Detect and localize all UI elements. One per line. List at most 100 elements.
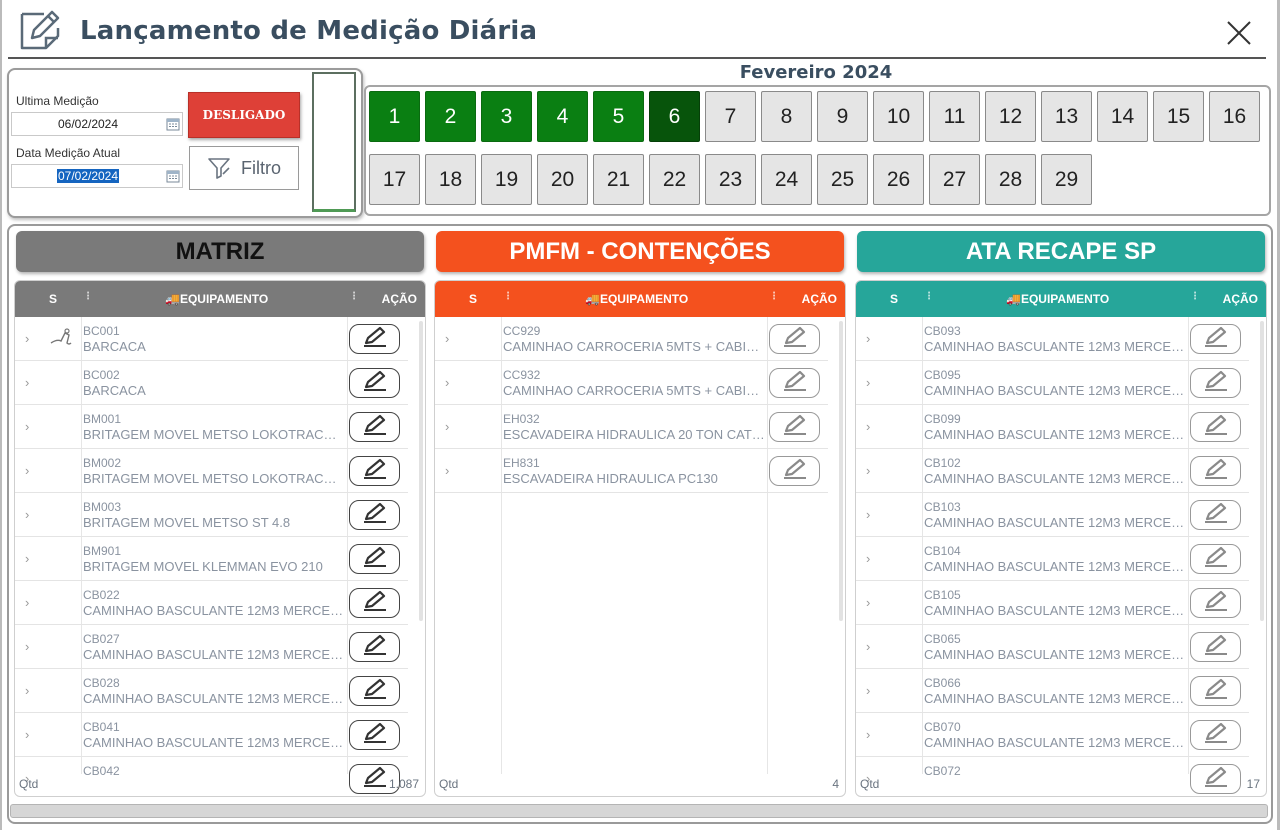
calendar-icon[interactable] — [166, 117, 180, 136]
table-row[interactable]: › CB095CAMINHAO BASCULANTE 12M3 MERCEDES … — [856, 361, 1249, 405]
table-row[interactable]: › BM901 BRITAGEM MOVEL KLEMMAN EVO 210 — [15, 537, 408, 581]
edit-button[interactable] — [1190, 412, 1241, 442]
day-button-9[interactable]: 9 — [817, 91, 868, 142]
chevron-right-icon[interactable]: › — [25, 595, 29, 610]
status-toggle-button[interactable]: DESLIGADO — [188, 92, 300, 138]
edit-button[interactable] — [1190, 456, 1241, 486]
filter-button[interactable]: Filtro — [189, 146, 299, 190]
day-button-5[interactable]: 5 — [593, 91, 644, 142]
chevron-right-icon[interactable]: › — [866, 595, 870, 610]
col-equipment[interactable]: 🚚EQUIPAMENTO — [585, 292, 688, 306]
edit-button[interactable] — [1190, 500, 1241, 530]
table-row[interactable]: › CB093CAMINHAO BASCULANTE 12M3 MERCEDES … — [856, 317, 1249, 361]
table-row[interactable]: › EH831 ESCAVADEIRA HIDRAULICA PC130 — [435, 449, 828, 493]
edit-button[interactable] — [349, 500, 400, 530]
day-button-18[interactable]: 18 — [425, 154, 476, 205]
table-row[interactable]: › BC002 BARCACA — [15, 361, 408, 405]
table-row[interactable]: › CB104CAMINHAO BASCULANTE 12M3 MERCEDES … — [856, 537, 1249, 581]
chevron-right-icon[interactable]: › — [25, 727, 29, 742]
current-measure-field[interactable]: 07/02/2024 — [11, 164, 183, 188]
edit-button[interactable] — [349, 632, 400, 662]
day-button-15[interactable]: 15 — [1153, 91, 1204, 142]
close-button[interactable] — [1222, 16, 1256, 50]
edit-button[interactable] — [769, 324, 820, 354]
day-button-19[interactable]: 19 — [481, 154, 532, 205]
edit-button[interactable] — [1190, 588, 1241, 618]
chevron-right-icon[interactable]: › — [25, 639, 29, 654]
chevron-right-icon[interactable]: › — [25, 463, 29, 478]
col-equipment[interactable]: 🚚EQUIPAMENTO — [1006, 292, 1109, 306]
edit-button[interactable] — [1190, 368, 1241, 398]
chevron-right-icon[interactable]: › — [866, 639, 870, 654]
edit-button[interactable] — [349, 368, 400, 398]
calendar-icon[interactable] — [166, 169, 180, 188]
edit-button[interactable] — [769, 368, 820, 398]
vertical-scrollbar[interactable] — [1260, 321, 1264, 621]
chevron-right-icon[interactable]: › — [866, 375, 870, 390]
table-row[interactable]: › CB065CAMINHAO BASCULANTE 12M3 MERCEDES … — [856, 625, 1249, 669]
table-row[interactable]: › CB066CAMINHAO BASCULANTE 12M3 MERCEDES … — [856, 669, 1249, 713]
day-button-14[interactable]: 14 — [1097, 91, 1148, 142]
chevron-right-icon[interactable]: › — [866, 551, 870, 566]
day-button-7[interactable]: 7 — [705, 91, 756, 142]
edit-button[interactable] — [349, 544, 400, 574]
day-button-2[interactable]: 2 — [425, 91, 476, 142]
chevron-right-icon[interactable]: › — [866, 331, 870, 346]
table-row[interactable]: › BM003 BRITAGEM MOVEL METSO ST 4.8 — [15, 493, 408, 537]
vertical-scrollbar[interactable] — [839, 321, 843, 621]
day-button-16[interactable]: 16 — [1209, 91, 1260, 142]
day-button-28[interactable]: 28 — [985, 154, 1036, 205]
day-button-13[interactable]: 13 — [1041, 91, 1092, 142]
day-button-6[interactable]: 6 — [649, 91, 700, 142]
day-button-27[interactable]: 27 — [929, 154, 980, 205]
day-button-29[interactable]: 29 — [1041, 154, 1092, 205]
table-row[interactable]: › BC001 BARCACA — [15, 317, 408, 361]
edit-button[interactable] — [1190, 324, 1241, 354]
table-row[interactable]: › CC932 CAMINHAO CARROCERIA 5MTS + CABIBE … — [435, 361, 828, 405]
table-row[interactable]: › CB103CAMINHAO BASCULANTE 12M3 MERCEDES … — [856, 493, 1249, 537]
table-row[interactable]: › CB027CAMINHAO BASCULANTE 12M3 MERCEDES … — [15, 625, 408, 669]
col-action[interactable]: AÇÃO — [382, 292, 417, 306]
table-row[interactable]: › CB105CAMINHAO BASCULANTE 12M3 MERCEDES … — [856, 581, 1249, 625]
table-row[interactable]: › CC929 CAMINHAO CARROCERIA 5MTS + CABIBE … — [435, 317, 828, 361]
table-row[interactable]: › CB022CAMINHAO BASCULANTE 12M3 MERCEDES … — [15, 581, 408, 625]
day-button-3[interactable]: 3 — [481, 91, 532, 142]
chevron-right-icon[interactable]: › — [866, 507, 870, 522]
table-row[interactable]: › EH032 ESCAVADEIRA HIDRAULICA 20 TON CATE… — [435, 405, 828, 449]
col-s[interactable]: S — [890, 292, 898, 306]
chevron-right-icon[interactable]: › — [866, 463, 870, 478]
day-button-20[interactable]: 20 — [537, 154, 588, 205]
chevron-right-icon[interactable]: › — [866, 727, 870, 742]
chevron-right-icon[interactable]: › — [25, 507, 29, 522]
chevron-right-icon[interactable]: › — [25, 375, 29, 390]
day-button-11[interactable]: 11 — [929, 91, 980, 142]
day-button-24[interactable]: 24 — [761, 154, 812, 205]
edit-button[interactable] — [1190, 676, 1241, 706]
chevron-right-icon[interactable]: › — [445, 375, 449, 390]
edit-button[interactable] — [349, 456, 400, 486]
chevron-right-icon[interactable]: › — [25, 419, 29, 434]
edit-button[interactable] — [769, 456, 820, 486]
table-row[interactable]: › CB102CAMINHAO BASCULANTE 12M3 MERCEDES … — [856, 449, 1249, 493]
day-button-1[interactable]: 1 — [369, 91, 420, 142]
edit-button[interactable] — [349, 588, 400, 618]
edit-button[interactable] — [349, 324, 400, 354]
edit-button[interactable] — [1190, 720, 1241, 750]
day-button-17[interactable]: 17 — [369, 154, 420, 205]
day-button-8[interactable]: 8 — [761, 91, 812, 142]
edit-button[interactable] — [769, 412, 820, 442]
table-row[interactable]: › CB070CAMINHAO BASCULANTE 12M3 MERCEDES … — [856, 713, 1249, 757]
day-button-21[interactable]: 21 — [593, 154, 644, 205]
edit-button[interactable] — [349, 412, 400, 442]
vertical-scrollbar[interactable] — [419, 321, 423, 621]
day-button-23[interactable]: 23 — [705, 154, 756, 205]
day-button-4[interactable]: 4 — [537, 91, 588, 142]
edit-button[interactable] — [349, 676, 400, 706]
table-row[interactable]: › CB099CAMINHAO BASCULANTE 12M3 MERCEDES … — [856, 405, 1249, 449]
table-row[interactable]: › BM001 BRITAGEM MOVEL METSO LOKOTRACK LT1… — [15, 405, 408, 449]
chevron-right-icon[interactable]: › — [25, 551, 29, 566]
chevron-right-icon[interactable]: › — [25, 683, 29, 698]
chevron-right-icon[interactable]: › — [866, 683, 870, 698]
col-action[interactable]: AÇÃO — [802, 292, 837, 306]
horizontal-scrollbar[interactable] — [10, 804, 1268, 818]
